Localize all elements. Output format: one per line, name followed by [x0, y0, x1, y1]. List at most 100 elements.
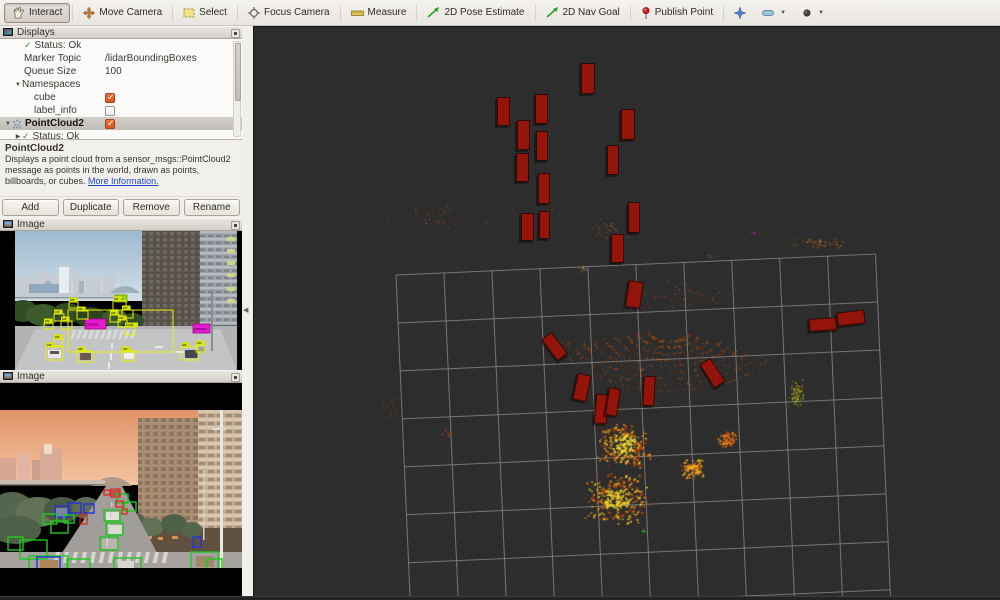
lidar-bounding-box	[517, 120, 530, 150]
tree-scrollbar[interactable]	[233, 41, 241, 137]
tree-row-label: Status: Ok	[35, 40, 82, 51]
displays-panel-titlebar[interactable]: Displays	[0, 26, 242, 39]
tree-row-value[interactable]: /lidarBoundingBoxes	[105, 52, 197, 65]
tree-row-label: Marker Topic	[24, 53, 81, 64]
main-toolbar: Interact Move Camera Select Focus Camera Mea…	[0, 0, 1000, 26]
select-icon	[183, 7, 195, 19]
tree-row[interactable]: ▼PointCloud2	[0, 117, 242, 130]
focus-icon	[248, 7, 260, 19]
add-button[interactable]: Add	[2, 199, 59, 216]
toolbar-button-label: 2D Nav Goal	[563, 7, 620, 18]
toolbar-separator	[340, 5, 341, 21]
toolbar-button-label: Measure	[368, 7, 407, 18]
left-panel-column: Displays ✓Status: OkMarker Topic/lidarBo…	[0, 26, 242, 597]
tree-scrollbar-thumb[interactable]	[235, 43, 241, 101]
lidar-bounding-box	[536, 131, 548, 161]
image2-close-button[interactable]	[231, 373, 240, 382]
camera-image-2	[0, 383, 242, 599]
tree-row-label: cube	[34, 92, 56, 103]
tree-row-label: Queue Size	[24, 66, 76, 77]
displays-close-button[interactable]	[231, 29, 240, 38]
toolbar-button-label: Interact	[29, 7, 62, 18]
move-camera-button[interactable]: Move Camera	[75, 3, 170, 23]
select-button[interactable]: Select	[175, 3, 235, 23]
tree-row-label: Namespaces	[22, 79, 80, 90]
display-actions: AddDuplicateRemoveRename	[0, 197, 242, 218]
detection-label: car	[45, 319, 51, 323]
detection-label: car	[55, 335, 61, 339]
label_info-checkbox[interactable]	[105, 106, 115, 116]
tree-row[interactable]: cube	[0, 91, 242, 104]
tree-row[interactable]: Queue Size 100	[0, 65, 242, 78]
measure-button[interactable]: Measure	[343, 3, 415, 23]
toolbar-button-label: Focus Camera	[264, 7, 330, 18]
expand-arrow-icon[interactable]: ▼	[14, 82, 22, 88]
detection-label: car	[78, 347, 84, 351]
toolbar-separator	[72, 5, 73, 21]
image1-close-button[interactable]	[231, 221, 240, 230]
toolbar-button-label: 2D Pose Estimate	[444, 7, 524, 18]
tree-row-value[interactable]: 100	[105, 65, 122, 78]
toolbar-separator	[535, 5, 536, 21]
remove-button[interactable]: Remove	[123, 199, 180, 216]
detection-label: car	[70, 298, 76, 302]
image1-panel-title: Image	[17, 219, 45, 230]
displays-icon	[3, 28, 13, 37]
toolbar-separator	[416, 5, 417, 21]
camera-photo-warm	[0, 410, 242, 568]
tool-opt-2-button[interactable]: ▼	[794, 3, 832, 23]
panel-splitter[interactable]: ◀	[242, 26, 253, 600]
cube-checkbox[interactable]	[105, 93, 115, 103]
interact-button[interactable]: Interact	[4, 3, 70, 23]
chevron-down-icon: ▼	[780, 10, 786, 16]
collapse-arrow-icon[interactable]: ▶	[14, 133, 22, 140]
lidar-bounding-box	[535, 94, 548, 124]
tree-row-label: label_info	[34, 105, 77, 116]
hand-icon	[12, 7, 25, 19]
rviz-window: Interact Move Camera Select Focus Camera Mea…	[0, 0, 1000, 600]
tree-row[interactable]: ✓Status: Ok	[0, 39, 242, 52]
image-panel-icon	[3, 220, 13, 229]
publish-point-button[interactable]: Publish Point	[633, 3, 721, 23]
PointCloud2-checkbox[interactable]	[105, 119, 115, 129]
pointcloud2-icon	[12, 119, 22, 129]
tool-opt-1-button[interactable]: ▼	[754, 3, 794, 23]
chevron-down-icon: ▼	[818, 10, 824, 16]
image2-panel-titlebar[interactable]: Image	[0, 370, 242, 383]
lidar-bounding-box	[628, 202, 640, 233]
rename-button[interactable]: Rename	[184, 199, 241, 216]
status-ok-check-icon: ✓	[22, 131, 30, 140]
window-statusbar	[0, 596, 1000, 600]
toolbar-separator	[723, 5, 724, 21]
toolbar-separator	[237, 5, 238, 21]
toolbar-button-label: Select	[199, 7, 227, 18]
tree-row[interactable]: ▼Namespaces	[0, 78, 242, 91]
more-information-link[interactable]: More Information.	[88, 176, 159, 186]
pose-estimate-button[interactable]: 2D Pose Estimate	[419, 3, 532, 23]
add-tool-button[interactable]	[726, 3, 754, 23]
detection-label: car	[123, 347, 129, 351]
lidar-bounding-box	[809, 317, 838, 332]
dot-icon	[802, 8, 812, 18]
display-description: PointCloud2 Displays a point cloud from …	[0, 140, 242, 197]
tree-row[interactable]: label_info	[0, 104, 242, 117]
duplicate-button[interactable]: Duplicate	[63, 199, 120, 216]
splitter-collapse-handle[interactable]: ◀	[243, 306, 248, 314]
nav-goal-button[interactable]: 2D Nav Goal	[538, 3, 628, 23]
render-viewport-3d[interactable]	[253, 26, 1000, 600]
green-arrow-icon	[427, 7, 440, 18]
detection-label: car	[197, 341, 203, 345]
focus-camera-button[interactable]: Focus Camera	[240, 3, 338, 23]
green-arrow-icon	[546, 7, 559, 18]
detection-label: person	[195, 326, 207, 331]
detection-label: car	[114, 297, 120, 301]
oval-icon	[762, 9, 774, 17]
lidar-bounding-box	[581, 63, 595, 94]
lidar-bounding-box	[538, 173, 550, 204]
displays-tree: ✓Status: OkMarker Topic/lidarBoundingBox…	[0, 39, 242, 140]
image1-panel-titlebar[interactable]: Image	[0, 218, 242, 231]
tree-row[interactable]: ▶✓Status: Ok	[0, 130, 242, 140]
tree-row[interactable]: Marker Topic/lidarBoundingBoxes	[0, 52, 242, 65]
expand-arrow-icon[interactable]: ▼	[4, 121, 12, 127]
toolbar-button-label: Publish Point	[655, 7, 713, 18]
